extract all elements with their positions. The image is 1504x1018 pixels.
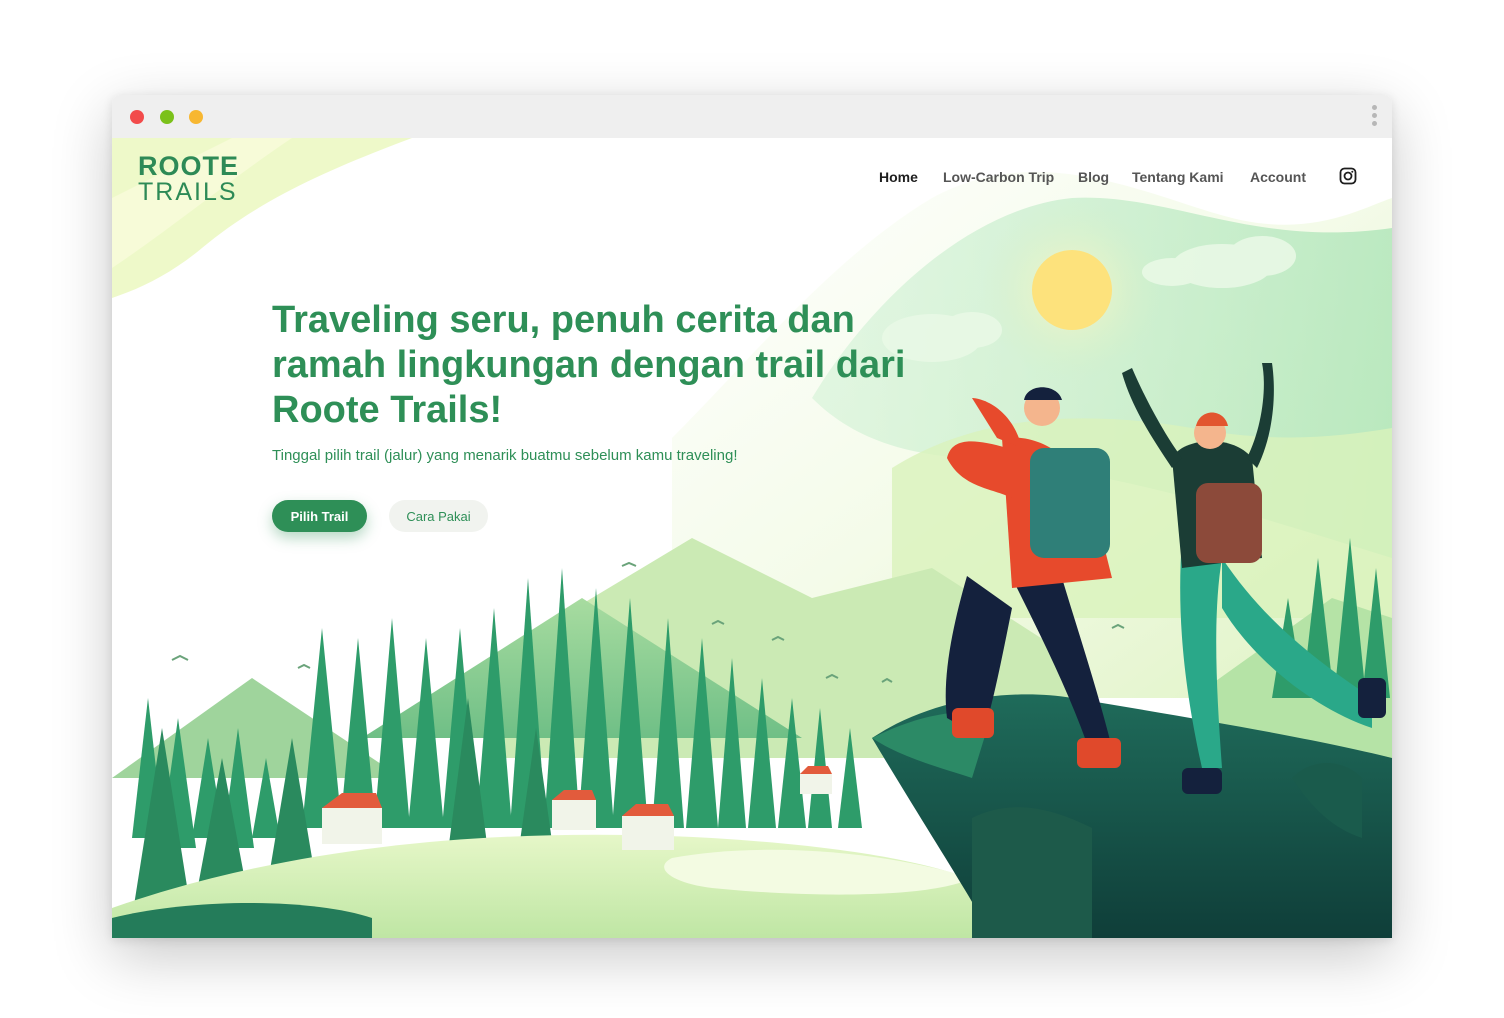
hero-headline: Traveling seru, penuh cerita dan ramah l… [272,299,906,431]
main-nav: Home Low-Carbon Trip Blog Tentang Kami A… [112,166,1392,188]
hero-subline: Tinggal pilih trail (jalur) yang menarik… [272,447,738,464]
nav-tentang-kami-link[interactable]: Tentang Kami [1132,166,1224,188]
nav-low-carbon-trip-link[interactable]: Low-Carbon Trip [943,166,1054,188]
cara-pakai-button[interactable]: Cara Pakai [389,500,488,532]
browser-titlebar [112,95,1392,138]
nav-blog-link[interactable]: Blog [1078,166,1109,188]
browser-window: ROOTE TRAILS Home Low-Carbon Trip Blog T… [112,95,1392,938]
pilih-trail-button[interactable]: Pilih Trail [272,500,367,532]
maximize-window-button[interactable] [160,110,174,124]
page-content: ROOTE TRAILS Home Low-Carbon Trip Blog T… [112,138,1392,938]
kebab-menu-icon[interactable] [1368,105,1380,129]
hero-illustration [112,138,1392,938]
instagram-icon[interactable] [1339,167,1357,185]
close-window-button[interactable] [130,110,144,124]
nav-account-link[interactable]: Account [1250,166,1306,188]
nav-home-link[interactable]: Home [879,166,918,188]
minimize-window-button[interactable] [189,110,203,124]
